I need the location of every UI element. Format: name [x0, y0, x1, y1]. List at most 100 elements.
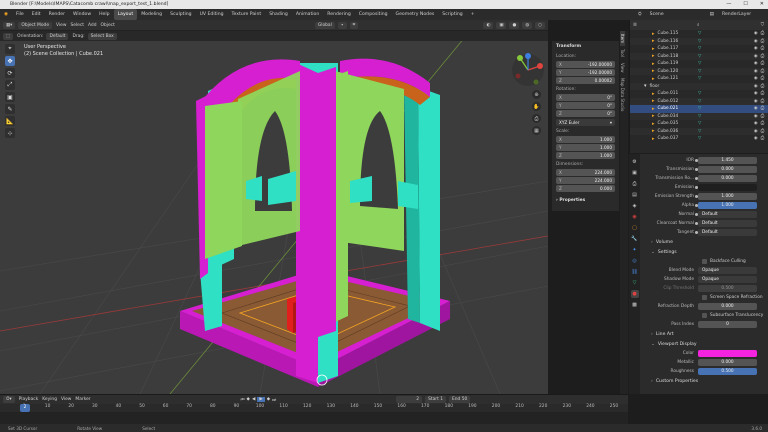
tab-item[interactable]: Item — [620, 31, 625, 47]
playhead[interactable]: 2 — [20, 404, 30, 412]
visibility-eye-icon[interactable]: ◉ — [754, 91, 758, 96]
outliner-editor-icon[interactable]: ☰ — [633, 23, 637, 28]
outliner-row[interactable]: ▸ Cube.117 ▽ ◉ ⎙ — [630, 45, 768, 53]
outliner-row[interactable]: ▸ Cube.011 ▽ ◉ ⎙ — [630, 90, 768, 98]
tab-compositing[interactable]: Compositing — [355, 9, 392, 20]
settings-field[interactable]: Opaque — [698, 267, 757, 274]
move-tool-icon[interactable]: ✥ — [5, 56, 15, 66]
maximize-button[interactable]: ☐ — [743, 0, 747, 9]
location-x-field[interactable]: X -192.00000 — [556, 61, 615, 68]
settings-section[interactable]: ⌄ Settings — [643, 247, 766, 257]
menu-marker[interactable]: Marker — [75, 397, 90, 402]
rotate-tool-icon[interactable]: ⟳ — [5, 68, 15, 78]
visibility-eye-icon[interactable]: ◉ — [754, 46, 758, 51]
pass-index-field[interactable]: 0 — [698, 321, 757, 328]
editor-type-button[interactable]: ▦▾ — [3, 21, 16, 29]
render-camera-icon[interactable]: ⎙ — [761, 136, 764, 141]
tab-geometry-nodes[interactable]: Geometry Nodes — [392, 9, 439, 20]
location-z-field[interactable]: Z 0.00002 — [556, 77, 615, 84]
material-props-icon[interactable]: ● — [630, 290, 639, 298]
shader-input-field[interactable]: 1.450 — [695, 157, 757, 164]
visibility-eye-icon[interactable]: ◉ — [754, 69, 758, 74]
dimensions-z-field[interactable]: Z 0.000 — [556, 185, 615, 192]
play-icon[interactable]: ▶ — [257, 397, 265, 402]
rotation-x-field[interactable]: X 0° — [556, 94, 615, 101]
visibility-eye-icon[interactable]: ◉ — [754, 61, 758, 66]
tab-texture-paint[interactable]: Texture Paint — [228, 9, 266, 20]
tab-view[interactable]: View — [620, 60, 625, 76]
outliner-row[interactable]: ▸ Cube.120 ▽ ◉ ⎙ — [630, 67, 768, 75]
minimize-button[interactable]: — — [726, 0, 731, 9]
visibility-eye-icon[interactable]: ◉ — [754, 31, 758, 36]
rotation-mode-selector[interactable]: XYZ Euler ▾ — [556, 119, 615, 126]
visibility-eye-icon[interactable]: ◉ — [754, 129, 758, 134]
menu-window[interactable]: Window — [69, 9, 95, 20]
tool-props-icon[interactable]: ⚙ — [631, 158, 639, 166]
menu-render[interactable]: Render — [45, 9, 69, 20]
drag-selector[interactable]: Select Box — [87, 32, 117, 40]
menu-edit[interactable]: Edit — [28, 9, 45, 20]
filter-icon[interactable]: ⛉ — [761, 22, 764, 28]
outliner-row[interactable]: ▾ floor ◉ ⎙ — [630, 82, 768, 90]
outliner-row[interactable]: ▸ Cube.115 ▽ ◉ ⎙ — [630, 30, 768, 38]
render-camera-icon[interactable]: ⎙ — [761, 84, 764, 89]
camera-icon[interactable]: ⎙ — [532, 114, 541, 123]
texture-props-icon[interactable]: ▩ — [631, 301, 639, 309]
render-camera-icon[interactable]: ⎙ — [761, 91, 764, 96]
add-cube-tool-icon[interactable]: ⊹ — [5, 128, 15, 138]
render-camera-icon[interactable]: ⎙ — [761, 31, 764, 36]
transform-tool-icon[interactable]: ▣ — [5, 92, 15, 102]
grid-icon[interactable]: ▦ — [532, 126, 541, 135]
menu-object[interactable]: Object — [101, 23, 115, 28]
outliner-row[interactable]: ▸ Cube.037 ▽ ◉ ⎙ — [630, 135, 768, 143]
line-art-section[interactable]: › Line Art — [643, 329, 766, 339]
roughness-field[interactable]: 0.500 — [698, 368, 757, 375]
viewport-display-section[interactable]: ⌄ Viewport Display — [643, 339, 766, 349]
location-y-field[interactable]: Y -192.00000 — [556, 69, 615, 76]
shader-input-field[interactable]: Default — [695, 229, 757, 236]
tab-map-data-studio[interactable]: Map Data Studio — [620, 75, 625, 114]
close-button[interactable]: ✕ — [760, 0, 764, 9]
screen-space-refraction-checkbox[interactable]: Screen Space Refraction — [643, 293, 766, 302]
scene-selector[interactable]: Scene — [646, 9, 706, 20]
tab-shading[interactable]: Shading — [265, 9, 292, 20]
render-camera-icon[interactable]: ⎙ — [761, 61, 764, 66]
constraints-props-icon[interactable]: ⛓ — [631, 268, 639, 276]
settings-field[interactable]: Opaque — [698, 276, 757, 283]
world-props-icon[interactable]: ◉ — [631, 213, 639, 221]
object-props-icon[interactable]: ▢ — [631, 224, 639, 232]
play-reverse-icon[interactable]: ◀ — [252, 397, 255, 402]
shader-input-field[interactable]: 1.000 — [695, 202, 757, 209]
dimensions-x-field[interactable]: X 224.000 — [556, 169, 615, 176]
visibility-eye-icon[interactable]: ◉ — [754, 84, 758, 89]
render-camera-icon[interactable]: ⎙ — [761, 114, 764, 119]
properties-section[interactable]: › Properties — [556, 198, 615, 203]
particles-props-icon[interactable]: ✦ — [631, 246, 639, 254]
annotate-tool-icon[interactable]: ✎ — [5, 104, 15, 114]
tab-layout[interactable]: Layout — [113, 9, 138, 20]
menu-view-timeline[interactable]: View — [61, 397, 71, 402]
render-camera-icon[interactable]: ⎙ — [761, 39, 764, 44]
add-workspace-icon[interactable]: + — [467, 9, 479, 20]
outliner-row[interactable]: ▸ Cube.119 ▽ ◉ ⎙ — [630, 60, 768, 68]
menu-file[interactable]: File — [12, 9, 28, 20]
render-camera-icon[interactable]: ⎙ — [761, 69, 764, 74]
prev-key-icon[interactable]: ◆ — [247, 397, 250, 402]
scale-z-field[interactable]: Z 1.000 — [556, 152, 615, 159]
tab-rendering[interactable]: Rendering — [323, 9, 354, 20]
end-frame-field[interactable]: End 50 — [449, 396, 471, 403]
tab-uv-editing[interactable]: UV Editing — [196, 9, 228, 20]
volume-section[interactable]: › Volume — [643, 237, 766, 247]
xray-icon[interactable]: ▣ — [496, 21, 507, 29]
outliner-row[interactable]: ▸ Cube.012 ▽ ◉ ⎙ — [630, 97, 768, 105]
shader-input-field[interactable]: 0.000 — [695, 166, 757, 173]
render-camera-icon[interactable]: ⎙ — [761, 54, 764, 59]
outliner-row[interactable]: ▸ Cube.121 ▽ ◉ ⎙ — [630, 75, 768, 83]
visibility-eye-icon[interactable]: ◉ — [754, 54, 758, 59]
shader-input-field[interactable] — [695, 184, 757, 191]
tab-tool[interactable]: Tool — [620, 46, 625, 60]
snap-icon[interactable]: ⌗ — [349, 21, 359, 29]
scale-y-field[interactable]: Y 1.000 — [556, 144, 615, 151]
transform-orientation-selector[interactable]: Global — [314, 21, 335, 29]
scale-tool-icon[interactable]: ⤢ — [5, 80, 15, 90]
